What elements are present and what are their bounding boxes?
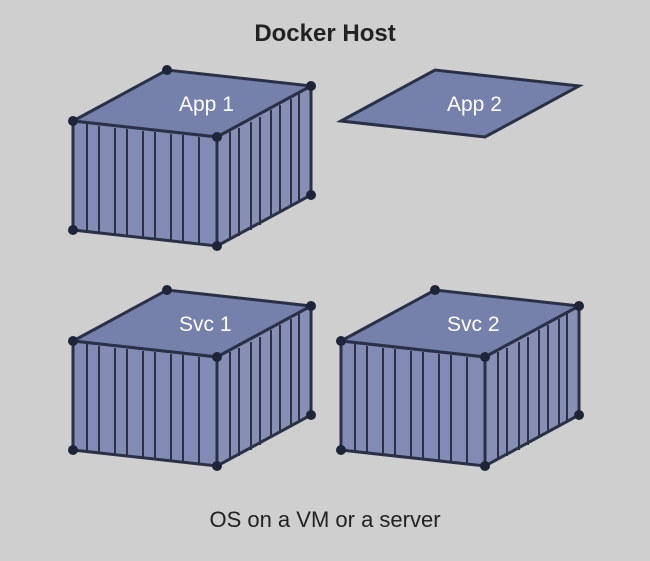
- shipping-container-icon: [335, 280, 585, 480]
- shipping-container-icon: [67, 280, 317, 480]
- shipping-container-icon: [67, 60, 317, 260]
- container-app-2: App 2: [335, 60, 585, 265]
- shipping-container-icon: [335, 60, 585, 260]
- diagram-subtitle: OS on a VM or a server: [209, 507, 440, 533]
- container-svc-2: Svc 2: [335, 280, 585, 485]
- container-app-1: App 1: [67, 60, 317, 265]
- container-svc-1: Svc 1: [67, 280, 317, 485]
- diagram-title: Docker Host: [254, 20, 395, 48]
